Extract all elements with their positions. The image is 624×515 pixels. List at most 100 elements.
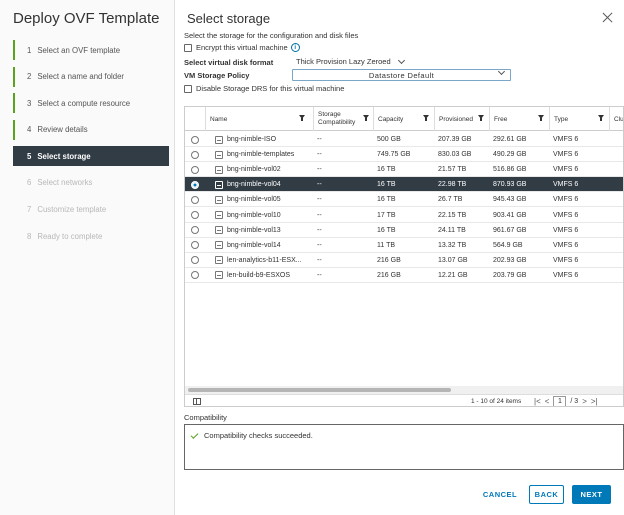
table-row[interactable]: len-analytics-b11-ESX... -- 216 GB 13.07 GB…	[185, 253, 623, 268]
row-radio-button[interactable]	[191, 211, 199, 219]
row-radio-button[interactable]	[191, 150, 199, 159]
encrypt-vm-option[interactable]: Encrypt this virtual machine i	[184, 43, 300, 52]
wizard-steps: 1 Select an OVF template 2 Select a name a…	[13, 40, 169, 253]
row-radio-button[interactable]	[191, 135, 199, 144]
row-radio-button[interactable]	[191, 195, 199, 204]
cell-capacity: 749.75 GB	[377, 151, 411, 159]
row-select-cell	[187, 192, 205, 207]
scrollbar-thumb[interactable]	[188, 388, 451, 392]
next-button[interactable]: NEXT	[572, 485, 611, 504]
page-number-input[interactable]: 1	[553, 396, 567, 406]
cell-provisioned: 21.57 TB	[438, 166, 467, 174]
first-page-button[interactable]: |<	[534, 397, 541, 406]
table-row[interactable]: len-build-b9-ESXOS -- 216 GB 12.21 GB 203.79…	[185, 268, 623, 283]
filter-icon[interactable]	[363, 115, 369, 121]
datastore-name: bng-nimble-vol13	[227, 226, 281, 234]
chevron-down-icon	[497, 67, 506, 76]
cell-capacity: 16 TB	[377, 226, 396, 234]
table-row[interactable]: bng-nimble-vol05 -- 16 TB 26.7 TB 945.43 GB V…	[185, 192, 623, 208]
check-icon	[190, 431, 199, 439]
column-header-type[interactable]: Type	[549, 107, 608, 131]
cell-free: 202.93 GB	[493, 256, 527, 264]
cell-compat: --	[317, 196, 322, 204]
close-icon[interactable]	[602, 12, 614, 24]
cell-free: 292.61 GB	[493, 136, 527, 143]
column-header-name[interactable]: Name	[205, 107, 309, 131]
column-toggle-icon[interactable]	[193, 398, 201, 405]
row-radio-button[interactable]	[191, 226, 199, 235]
filter-icon[interactable]	[478, 115, 484, 121]
step-select-compute-resource[interactable]: 3 Select a compute resource	[13, 93, 169, 114]
column-header-free[interactable]: Free	[489, 107, 548, 131]
step-select-storage[interactable]: 5 Select storage	[13, 146, 169, 167]
column-header-storage-compatibility[interactable]: Storage Compatibility	[313, 107, 373, 131]
table-row[interactable]: bng-nimble-vol10 -- 17 TB 22.15 TB 903.41 GB…	[185, 208, 623, 223]
table-row[interactable]: bng-nimble-vol04 -- 16 TB 22.98 TB 870.93 GB…	[185, 177, 623, 193]
step-select-name-folder[interactable]: 2 Select a name and folder	[13, 66, 169, 87]
table-row[interactable]: bng-nimble-vol02 -- 16 TB 21.57 TB 516.86 GB…	[185, 162, 623, 178]
back-button[interactable]: BACK	[529, 485, 564, 504]
previous-page-button[interactable]: <	[545, 397, 550, 406]
cell-provisioned: 13.07 GB	[438, 256, 468, 264]
cell-provisioned: 207.39 GB	[438, 136, 472, 143]
row-select-cell	[187, 223, 205, 238]
datastore-name-cell: bng-nimble-vol05	[211, 192, 311, 207]
step-select-ovf-template[interactable]: 1 Select an OVF template	[13, 40, 169, 60]
cell-free: 870.93 GB	[493, 181, 527, 189]
chevron-down-icon	[397, 56, 405, 64]
vm-storage-policy-select[interactable]: Datastore Default	[292, 67, 511, 81]
cell-provisioned: 830.03 GB	[438, 151, 472, 159]
compatibility-message: Compatibility checks succeeded.	[204, 431, 313, 440]
row-select-cell	[187, 162, 205, 177]
cell-free: 564.9 GB	[493, 241, 523, 249]
info-icon[interactable]: i	[290, 43, 300, 52]
cell-provisioned: 24.11 TB	[438, 226, 466, 234]
row-radio-button[interactable]	[191, 165, 199, 174]
cell-compat: --	[317, 256, 322, 264]
cell-free: 203.79 GB	[493, 271, 527, 279]
cell-free: 903.41 GB	[493, 211, 527, 219]
cell-compat: --	[317, 166, 322, 174]
filter-icon[interactable]	[423, 115, 429, 121]
page-subtitle: Select the storage for the configuration…	[184, 31, 359, 40]
filter-icon[interactable]	[299, 115, 305, 121]
cell-provisioned: 13.32 TB	[438, 241, 467, 249]
datastore-name-cell: bng-nimble-vol02	[211, 162, 311, 177]
page-total: / 3	[570, 398, 579, 405]
next-page-button[interactable]: >	[582, 397, 587, 406]
row-radio-button[interactable]	[191, 271, 199, 280]
datastore-grid: Name Storage Compatibility Capacity Prov…	[184, 106, 624, 407]
filter-icon[interactable]	[538, 115, 544, 121]
row-radio-button[interactable]	[191, 256, 199, 265]
table-row[interactable]: bng-nimble-templates -- 749.75 GB 830.03 GB…	[185, 147, 623, 163]
cell-provisioned: 12.21 GB	[438, 271, 468, 279]
encrypt-vm-label: Encrypt this virtual machine	[196, 43, 288, 52]
table-row[interactable]: bng-nimble-vol14 -- 11 TB 13.32 TB 564.9 GB V…	[185, 238, 623, 253]
row-radio-button[interactable]	[191, 180, 199, 189]
encrypt-vm-checkbox[interactable]	[184, 43, 192, 52]
cell-type: VMFS 6	[553, 271, 579, 279]
horizontal-scrollbar[interactable]	[185, 386, 623, 394]
datastore-icon	[215, 241, 223, 250]
cancel-button[interactable]: CANCEL	[478, 485, 522, 504]
disable-drs-option[interactable]: Disable Storage DRS for this virtual mac…	[184, 84, 344, 93]
datastore-icon	[215, 211, 223, 219]
disable-drs-checkbox[interactable]	[184, 84, 192, 93]
datastore-name: len-build-b9-ESXOS	[227, 271, 291, 279]
column-header-cluster[interactable]: Clu	[609, 107, 623, 131]
table-row[interactable]: bng-nimble-ISO -- 500 GB 207.39 GB 292.61 GB…	[185, 132, 623, 148]
grid-footer: 1 - 10 of 24 items |< < 1 / 3 > >|	[185, 394, 623, 406]
row-radio-button[interactable]	[191, 241, 199, 250]
column-header-capacity[interactable]: Capacity	[373, 107, 433, 131]
vm-storage-policy-value: Datastore Default	[368, 70, 435, 80]
step-review-details[interactable]: 4 Review details	[13, 119, 169, 140]
cell-type: VMFS 6	[553, 226, 579, 234]
row-select-cell	[187, 253, 205, 268]
filter-icon[interactable]	[598, 115, 604, 121]
last-page-button[interactable]: >|	[591, 397, 598, 406]
disk-format-select[interactable]: Thick Provision Lazy Zeroed	[296, 56, 405, 66]
datastore-name: bng-nimble-templates	[227, 151, 295, 159]
column-header-provisioned[interactable]: Provisioned	[434, 107, 488, 131]
table-row[interactable]: bng-nimble-vol13 -- 16 TB 24.11 TB 961.67 GB…	[185, 223, 623, 238]
datastore-icon	[215, 226, 223, 235]
